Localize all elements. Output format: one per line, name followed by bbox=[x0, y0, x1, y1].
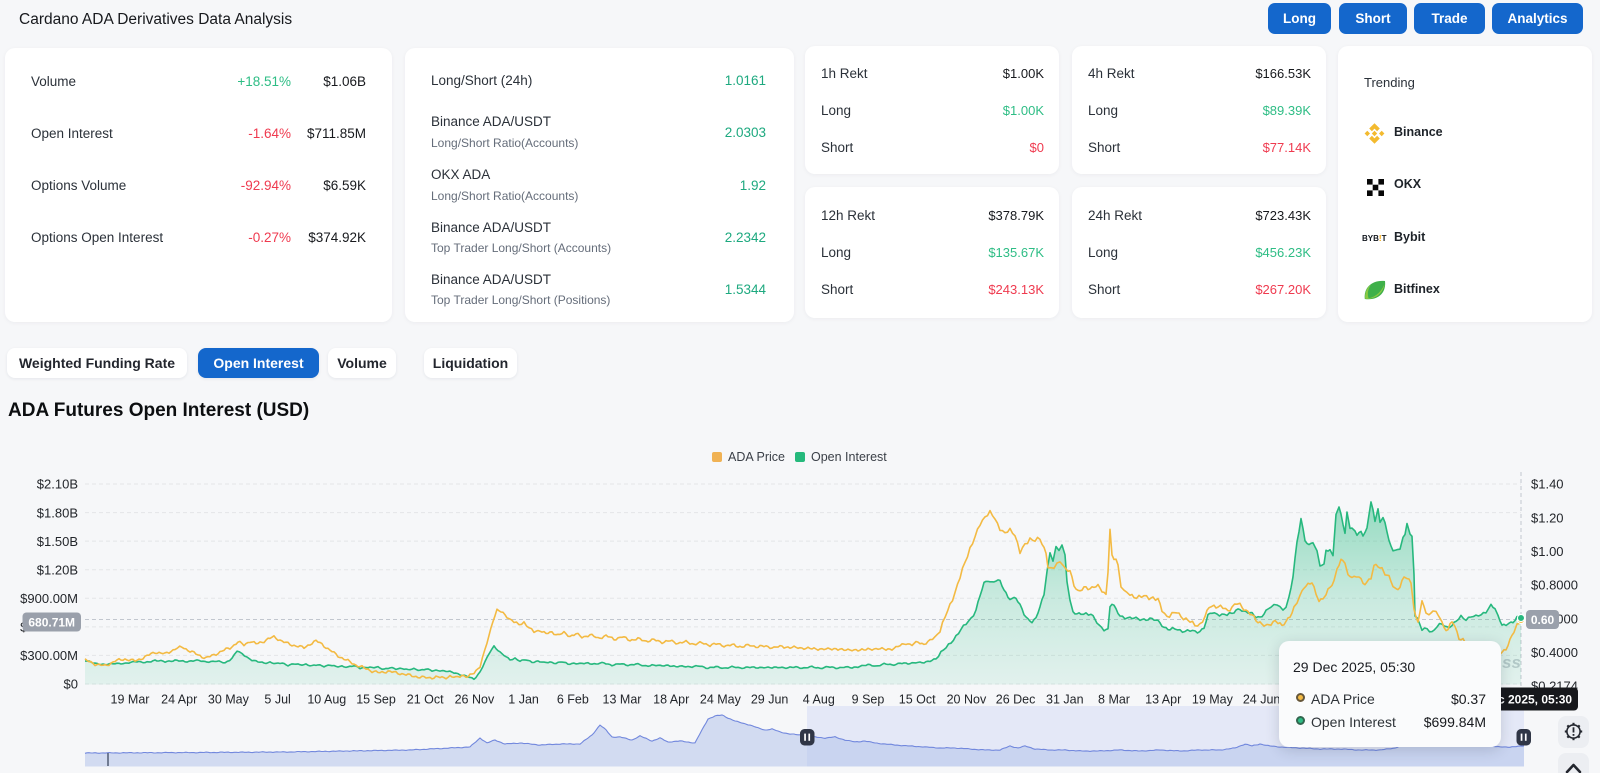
svg-text:18 Apr: 18 Apr bbox=[653, 693, 689, 707]
svg-text:6 Feb: 6 Feb bbox=[557, 693, 589, 707]
svg-text:$900.00M: $900.00M bbox=[20, 591, 78, 606]
svg-text:0.60: 0.60 bbox=[1531, 613, 1555, 627]
svg-text:$1.20B: $1.20B bbox=[37, 562, 78, 577]
svg-text:$0.4000: $0.4000 bbox=[1531, 645, 1578, 660]
svg-text:24 Apr: 24 Apr bbox=[161, 693, 197, 707]
svg-text:9 Sep: 9 Sep bbox=[852, 693, 885, 707]
svg-text:8 Mar: 8 Mar bbox=[1098, 693, 1130, 707]
svg-text:$0.8000: $0.8000 bbox=[1531, 578, 1578, 593]
svg-text:$2.10B: $2.10B bbox=[37, 477, 78, 492]
svg-text:$1.20: $1.20 bbox=[1531, 510, 1564, 525]
svg-text:29 Jun: 29 Jun bbox=[751, 693, 789, 707]
svg-text:24 May: 24 May bbox=[700, 693, 742, 707]
svg-text:15 Oct: 15 Oct bbox=[899, 693, 936, 707]
svg-text:31 Jan: 31 Jan bbox=[1046, 693, 1084, 707]
svg-text:$300.00M: $300.00M bbox=[20, 648, 78, 663]
svg-text:5 Jul: 5 Jul bbox=[264, 693, 290, 707]
svg-text:19 Mar: 19 Mar bbox=[111, 693, 150, 707]
svg-text:26 Nov: 26 Nov bbox=[455, 693, 495, 707]
svg-text:$1.80B: $1.80B bbox=[37, 505, 78, 520]
svg-text:30 May: 30 May bbox=[208, 693, 250, 707]
svg-text:$1.50B: $1.50B bbox=[37, 534, 78, 549]
svg-text:1 Jan: 1 Jan bbox=[508, 693, 539, 707]
svg-text:$1.00: $1.00 bbox=[1531, 544, 1564, 559]
svg-text:21 Oct: 21 Oct bbox=[407, 693, 444, 707]
svg-text:4 Aug: 4 Aug bbox=[803, 693, 835, 707]
svg-text:$1.40: $1.40 bbox=[1531, 477, 1564, 492]
svg-text:15 Sep: 15 Sep bbox=[356, 693, 396, 707]
svg-text:13 Apr: 13 Apr bbox=[1145, 693, 1181, 707]
svg-text:680.71M: 680.71M bbox=[28, 616, 75, 630]
svg-text:$0: $0 bbox=[64, 677, 78, 692]
svg-text:20 Nov: 20 Nov bbox=[947, 693, 987, 707]
svg-text:10 Aug: 10 Aug bbox=[307, 693, 346, 707]
svg-text:13 Mar: 13 Mar bbox=[603, 693, 642, 707]
svg-text:24 Jun: 24 Jun bbox=[1243, 693, 1281, 707]
svg-text:26 Dec: 26 Dec bbox=[996, 693, 1036, 707]
svg-text:19 May: 19 May bbox=[1192, 693, 1234, 707]
